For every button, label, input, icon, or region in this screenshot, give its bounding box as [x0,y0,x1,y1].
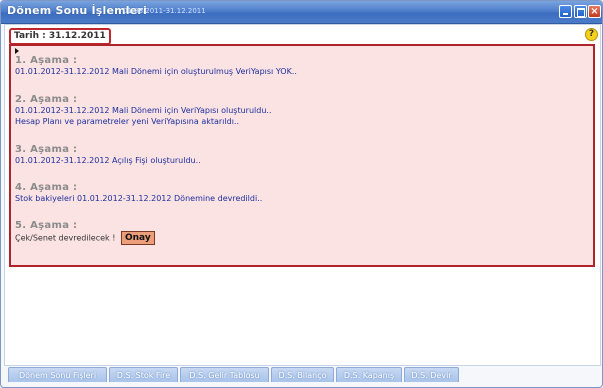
step-5: 5. Aşama : Çek/Senet devredilecek ! Onay [15,220,155,245]
tab-gelir-tablosu[interactable]: D.S. Gelir Tablosu [180,367,269,382]
step-line: 01.01.2012-31.12.2012 Mali Dönemi için V… [15,106,272,115]
step-heading: 2. Aşama : [15,94,78,105]
window: Dönem Sonu İşlemleri 01.08.2011-31.12.20… [0,0,603,388]
tab-devir[interactable]: D.S. Devir [404,367,459,382]
step-1: 1. Aşama : 01.01.2012-31.12.2012 Mali Dö… [15,55,297,77]
tab-donem-sonu-fisleri[interactable]: Dönem Sonu Fişleri [8,367,107,382]
steps-panel: 1. Aşama : 01.01.2012-31.12.2012 Mali Dö… [9,44,595,267]
step-2: 2. Aşama : 01.01.2012-31.12.2012 Mali Dö… [15,94,271,127]
tab-bar: Dönem Sonu Fişleri D.S. Stok Fire D.S. G… [4,367,599,385]
step-heading: 3. Aşama : [15,144,78,155]
step-heading: 4. Aşama : [15,182,78,193]
tab-kapanis[interactable]: D.S. Kapanış [336,367,402,382]
step-line: 01.01.2012-31.12.2012 Açılış Fişi oluştu… [15,156,201,165]
tab-bilanco[interactable]: D.S. Bilanço [271,367,334,382]
step-line: Hesap Planı ve parametreler yeni VeriYap… [15,117,240,126]
help-icon[interactable]: ? [585,28,598,41]
step-4: 4. Aşama : Stok bakiyeleri 01.01.2012-31… [15,182,262,204]
step-line: Çek/Senet devredilecek ! Onay [15,231,155,245]
step-line: 01.01.2012-31.12.2012 Mali Dönemi için o… [15,67,297,76]
minimize-icon[interactable] [559,5,572,18]
title-bar[interactable]: Dönem Sonu İşlemleri 01.08.2011-31.12.20… [1,1,602,24]
step-line: Stok bakiyeleri 01.01.2012-31.12.2012 Dö… [15,194,263,203]
main-panel: Tarih : 31.12.2011 ? 1. Aşama : 01.01.20… [4,24,601,366]
step-heading: 5. Aşama : [15,220,78,231]
step-heading: 1. Aşama : [15,55,78,66]
maximize-icon[interactable] [574,5,587,18]
step-3: 3. Aşama : 01.01.2012-31.12.2012 Açılış … [15,144,201,166]
date-label: Tarih : 31.12.2011 [9,28,111,45]
window-subtitle: 01.08.2011-31.12.2011 [123,7,206,15]
onay-button[interactable]: Onay [120,231,155,245]
close-icon[interactable]: × [588,5,601,18]
caret-icon [15,48,19,54]
check-note: Çek/Senet devredilecek ! [15,233,116,243]
tab-stok-fire[interactable]: D.S. Stok Fire [109,367,178,382]
